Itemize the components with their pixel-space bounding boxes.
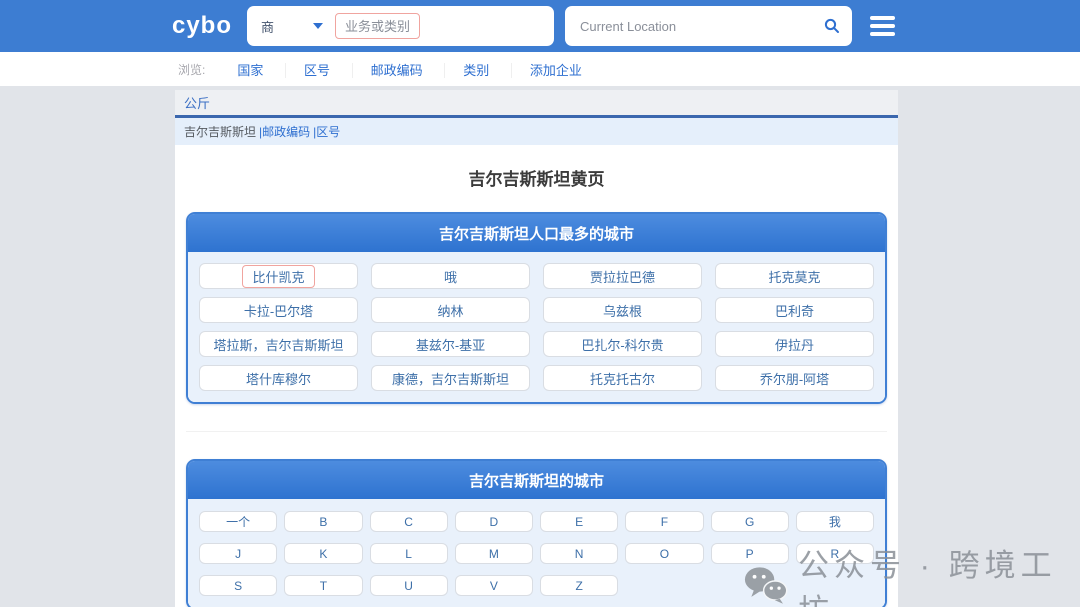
city-button[interactable]: 乔尔朋-阿塔 [715,365,874,391]
breadcrumb-link-postal[interactable]: |邮政编码 [259,123,310,140]
city-button[interactable]: 伊拉丹 [715,331,874,357]
city-button[interactable]: 塔拉斯，吉尔吉斯斯坦 [199,331,358,357]
panel-cities-az-title: 吉尔吉斯斯坦的城市 [188,461,885,499]
city-button[interactable]: 巴扎尔-科尔贵 [543,331,702,357]
city-button[interactable]: 托克托古尔 [543,365,702,391]
letter-button[interactable]: 我 [796,511,874,532]
browse-link[interactable]: 区号 [285,63,348,78]
kg-tab[interactable]: 公斤 [184,93,210,112]
browse-link[interactable]: 类别 [444,63,507,78]
letter-button[interactable]: J [199,543,277,564]
letter-button[interactable]: L [370,543,448,564]
menu-icon[interactable] [870,16,895,36]
letter-button[interactable]: F [625,511,703,532]
letter-button[interactable]: S [199,575,277,596]
search-icon[interactable] [824,18,840,34]
content-column: 公斤 吉尔吉斯斯坦 |邮政编码 |区号 吉尔吉斯斯坦黄页 吉尔吉斯斯坦人口最多的… [175,90,898,607]
letter-button[interactable]: U [370,575,448,596]
city-button[interactable]: 托克莫克 [715,263,874,289]
letter-button[interactable]: C [370,511,448,532]
category-select[interactable]: 商 [261,17,313,36]
breadcrumb: 吉尔吉斯斯坦 |邮政编码 |区号 [175,118,898,145]
letter-button[interactable]: M [455,543,533,564]
browse-link[interactable]: 国家 [219,63,281,78]
browse-nav: 浏览: 国家 区号 邮政编码 类别 添加企业 [0,52,1080,86]
letters-grid: 一个 B C D [188,499,885,607]
browse-link[interactable]: 添加企业 [511,63,600,78]
breadcrumb-country: 吉尔吉斯斯坦 [184,123,256,140]
letter-button[interactable]: O [625,543,703,564]
business-search-box[interactable]: 商 业务或类别 [247,6,554,46]
panel-cities-az: 吉尔吉斯斯坦的城市 一个 B C [186,459,887,607]
letter-button[interactable]: 一个 [199,511,277,532]
letter-button[interactable]: Z [540,575,618,596]
top-header: cybo 商 业务或类别 Current Location [0,0,1080,52]
panel-top-cities: 吉尔吉斯斯坦人口最多的城市 比什凯克 哦 贾拉拉巴德 [186,212,887,404]
annotation-box: 业务或类别 [335,13,420,39]
city-button[interactable]: 贾拉拉巴德 [543,263,702,289]
letter-button[interactable]: N [540,543,618,564]
section-tab-bar: 公斤 [175,90,898,118]
business-search-input[interactable]: 业务或类别 [345,19,410,34]
letter-button[interactable]: V [455,575,533,596]
letter-button[interactable]: K [284,543,362,564]
city-button[interactable]: 哦 [371,263,530,289]
letter-button[interactable]: B [284,511,362,532]
location-input[interactable]: Current Location [580,19,676,34]
letter-button[interactable]: T [284,575,362,596]
letter-button[interactable]: D [455,511,533,532]
cybo-logo[interactable]: cybo [163,12,241,40]
city-button[interactable]: 乌兹根 [543,297,702,323]
chevron-down-icon[interactable] [313,23,323,29]
city-button[interactable]: 基兹尔-基亚 [371,331,530,357]
divider [186,431,887,432]
page-title: 吉尔吉斯斯坦黄页 [175,165,898,190]
page-body: 吉尔吉斯斯坦黄页 吉尔吉斯斯坦人口最多的城市 比什凯克 哦 [175,145,898,607]
browse-label: 浏览: [178,61,205,78]
city-button[interactable]: 纳林 [371,297,530,323]
browse-link[interactable]: 邮政编码 [352,63,441,78]
city-button[interactable]: 巴利奇 [715,297,874,323]
panel-top-cities-title: 吉尔吉斯斯坦人口最多的城市 [188,214,885,252]
letter-button[interactable]: G [711,511,789,532]
city-button[interactable]: 卡拉-巴尔塔 [199,297,358,323]
location-search-box[interactable]: Current Location [565,6,852,46]
letter-button[interactable]: P [711,543,789,564]
city-button[interactable]: 比什凯克 [199,263,358,289]
city-button[interactable]: 塔什库穆尔 [199,365,358,391]
top-cities-grid: 比什凯克 哦 贾拉拉巴德 托克莫克 [188,252,885,402]
letter-button[interactable]: R [796,543,874,564]
browse-links: 国家 区号 邮政编码 类别 添加企业 [219,60,600,79]
breadcrumb-link-areacode[interactable]: |区号 [313,123,340,140]
letter-button[interactable]: E [540,511,618,532]
main-content: 公斤 吉尔吉斯斯坦 |邮政编码 |区号 吉尔吉斯斯坦黄页 吉尔吉斯斯坦人口最多的… [0,90,1080,607]
city-button[interactable]: 康德，吉尔吉斯斯坦 [371,365,530,391]
